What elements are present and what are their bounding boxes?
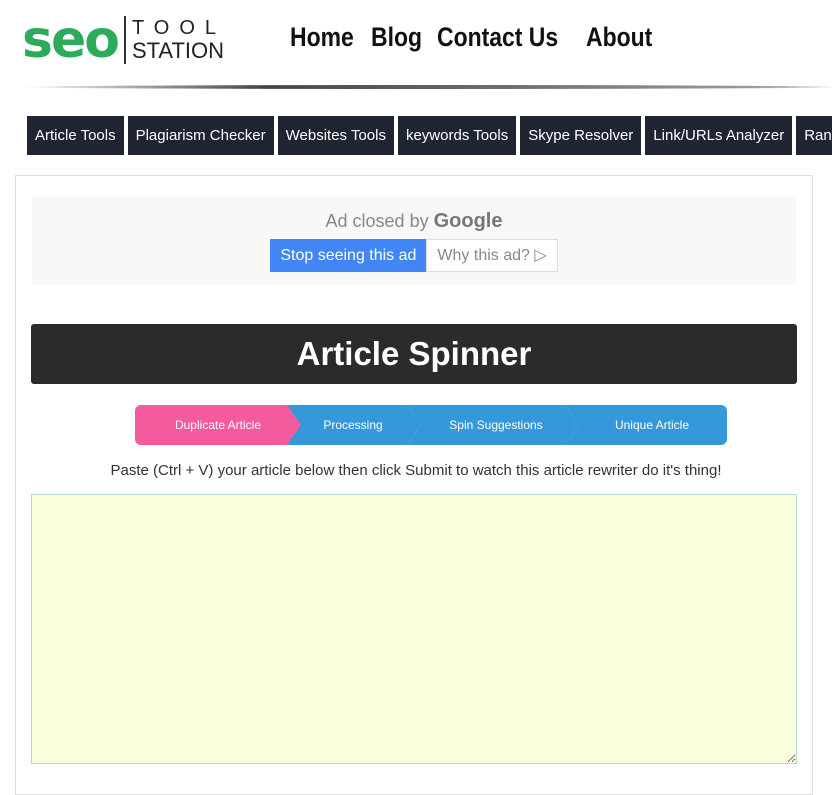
ad-closed-text: Ad closed by	[325, 211, 429, 231]
nav-home[interactable]: Home	[290, 22, 354, 53]
menu-skype-resolver[interactable]: Skype Resolver	[520, 116, 642, 155]
menu-websites-tools[interactable]: Websites Tools	[277, 116, 394, 155]
instructions: Paste (Ctrl + V) your article below then…	[110, 462, 722, 479]
ad-closed-box: Ad closed by Google Stop seeing this ad …	[32, 197, 796, 285]
stop-seeing-ad-button[interactable]: Stop seeing this ad	[270, 239, 427, 272]
step-processing: Processing	[285, 405, 421, 445]
why-this-ad-button[interactable]: Why this ad? ▷	[426, 239, 558, 272]
menu-article-tools[interactable]: Article Tools	[27, 116, 124, 155]
nav-contact[interactable]: Contact Us	[437, 22, 558, 53]
logo-seo: seo	[22, 10, 120, 70]
top-nav: Home Blog Contact Us About	[290, 22, 652, 53]
tools-menu: Article Tools Plagiarism Checker Website…	[27, 116, 832, 155]
step-unique-article: Unique Article	[565, 405, 727, 445]
logo-tool: TOOL	[131, 17, 227, 39]
menu-keywords-tools[interactable]: keywords Tools	[397, 116, 517, 155]
nav-about[interactable]: About	[586, 22, 652, 53]
nav-blog[interactable]: Blog	[371, 22, 422, 53]
page-title: Article Spinner	[31, 324, 797, 384]
google-logo: Google	[433, 210, 503, 232]
menu-ranker[interactable]: Ranke	[796, 116, 832, 155]
step-duplicate-article: Duplicate Article	[135, 405, 301, 445]
menu-plagiarism-checker[interactable]: Plagiarism Checker	[127, 116, 274, 155]
progress-steps: Unique Article Spin Suggestions Processi…	[135, 405, 727, 445]
logo-station: STATION	[131, 38, 225, 63]
logo-divider	[123, 16, 126, 64]
logo[interactable]: seo TOOL STATION	[22, 10, 227, 70]
step-spin-suggestions: Spin Suggestions	[407, 405, 579, 445]
article-input[interactable]	[31, 494, 797, 764]
menu-link-analyzer[interactable]: Link/URLs Analyzer	[645, 116, 793, 155]
header-divider	[20, 85, 832, 89]
